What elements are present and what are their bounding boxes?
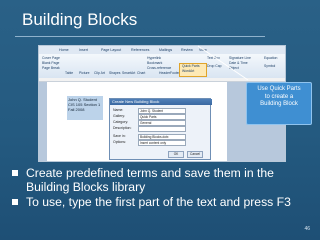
bullet-marker	[12, 199, 18, 205]
tab-page-layout[interactable]: Page Layout	[101, 48, 121, 52]
selected-text-block[interactable]: John Q. Student CIS 105 Section 1 Fall 2…	[67, 96, 103, 120]
page-number: 46	[304, 226, 310, 232]
blank-page-button[interactable]: Blank Page	[42, 61, 59, 65]
chart-button[interactable]: Chart	[137, 71, 145, 75]
page-break-button[interactable]: Page Break	[42, 66, 60, 70]
table-button[interactable]: Table	[65, 71, 73, 75]
dialog-description-label: Description:	[113, 126, 132, 130]
dialog-description-field[interactable]	[138, 126, 186, 132]
clip-art-button[interactable]: Clip Art	[94, 71, 105, 75]
dialog-save-label: Save in:	[113, 134, 126, 138]
smartart-button[interactable]: SmartArt	[122, 71, 135, 75]
tab-references[interactable]: References	[131, 48, 149, 52]
bullet-item: To use, type the first part of the text …	[12, 195, 302, 209]
header-button[interactable]: Header	[159, 71, 170, 75]
dialog-options-label: Options:	[113, 140, 127, 144]
dialog-title: Create New Building Block	[110, 99, 212, 105]
title-divider	[15, 36, 265, 37]
bookmark-button[interactable]: Bookmark	[147, 61, 162, 65]
tab-review[interactable]: Review	[181, 48, 193, 52]
bullet-text: Create predefined terms and save them in…	[26, 166, 274, 194]
create-building-block-dialog: Create New Building Block Name: John Q. …	[109, 98, 212, 160]
dialog-ok-button[interactable]: OK	[168, 151, 184, 158]
hyperlink-button[interactable]: Hyperlink	[147, 56, 161, 60]
callout-line: to create a	[264, 93, 294, 100]
bullet-marker	[12, 170, 18, 176]
tab-insert[interactable]: Insert	[79, 48, 88, 52]
dialog-category-label: Category:	[113, 120, 129, 124]
bullet-text: To use, type the first part of the text …	[26, 195, 291, 209]
selected-text-line: Fall 2008	[68, 107, 85, 113]
callout-line: Building Block	[260, 101, 298, 107]
tab-home[interactable]: Home	[59, 48, 69, 52]
shapes-button[interactable]: Shapes	[109, 71, 121, 75]
callout-arrow	[197, 45, 249, 81]
callout-line: Use Quick Parts	[257, 86, 301, 92]
dialog-options-select[interactable]: Insert content only	[138, 140, 186, 146]
dialog-cancel-button[interactable]: Cancel	[187, 151, 203, 158]
wordart-button[interactable]: WordArt	[182, 69, 194, 73]
picture-button[interactable]: Picture	[79, 71, 90, 75]
dialog-gallery-label: Gallery:	[113, 114, 126, 118]
dialog-name-label: Name:	[113, 108, 124, 112]
cross-reference-button[interactable]: Cross-reference	[147, 66, 171, 70]
symbol-button[interactable]: Symbol	[264, 64, 275, 68]
quick-parts-callout: Use Quick Parts to create a Building Blo…	[246, 82, 312, 125]
tab-mailings[interactable]: Mailings	[159, 48, 172, 52]
bullet-item: Create predefined terms and save them in…	[12, 166, 302, 194]
slide-title: Building Blocks	[22, 10, 138, 29]
bullet-list: Create predefined terms and save them in…	[12, 166, 302, 210]
equation-button[interactable]: Equation	[264, 56, 277, 60]
cover-page-button[interactable]: Cover Page	[42, 56, 60, 60]
